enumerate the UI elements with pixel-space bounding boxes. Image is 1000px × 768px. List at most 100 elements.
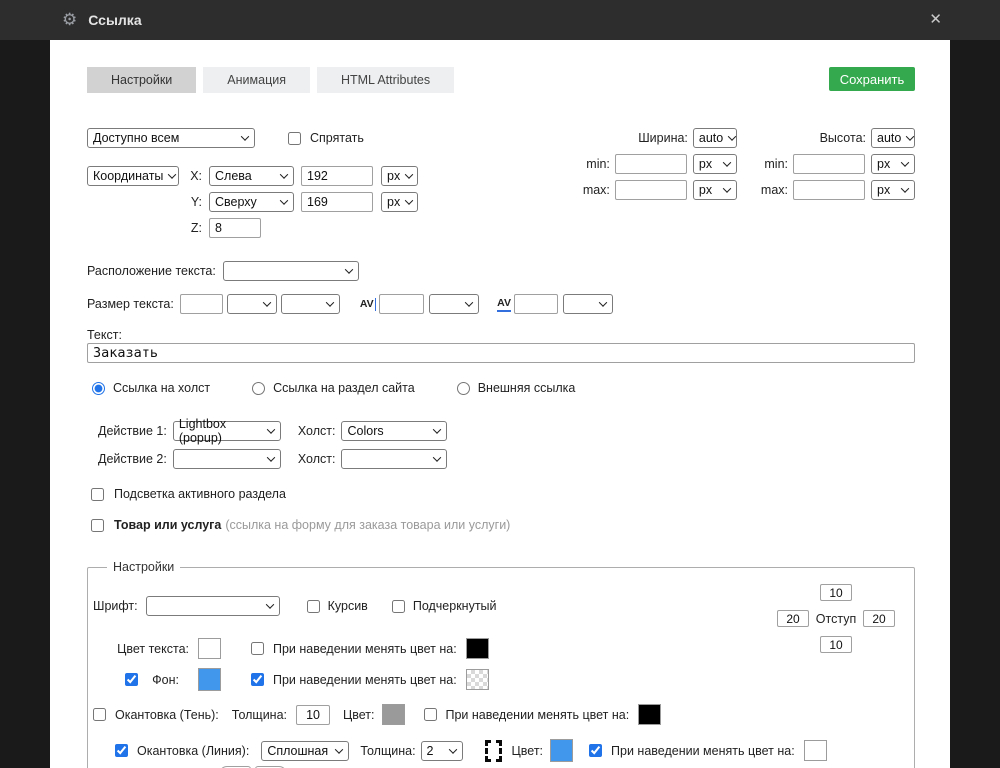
letter-spacing-unit-select[interactable] [563, 294, 613, 314]
line-hover-checkbox[interactable] [589, 744, 602, 757]
shadow-thickness-input[interactable] [296, 705, 330, 725]
style-settings-fieldset: Настройки Отступ Шрифт: Курсив Подчеркну… [87, 560, 915, 768]
highlight-row: Подсветка активного раздела [91, 487, 915, 501]
chevron-down-icon [267, 425, 275, 433]
canvas1-select[interactable]: Colors [341, 421, 447, 441]
height-select[interactable]: auto [871, 128, 915, 148]
shadow-hover-checkbox[interactable] [424, 708, 437, 721]
padding-bottom-input[interactable] [820, 636, 852, 653]
chevron-down-icon [280, 170, 288, 178]
link-type-external-radio[interactable] [457, 382, 470, 395]
italic-checkbox[interactable] [307, 600, 320, 613]
shadow-hover-group: При наведении менять цвет на: [424, 704, 662, 725]
text-color-swatch[interactable] [198, 638, 221, 659]
gear-icon: ⚙ [62, 10, 77, 30]
y-anchor-select[interactable]: Сверху [209, 192, 294, 212]
line-color-label: Цвет: [512, 744, 543, 758]
link-text-input[interactable] [87, 343, 915, 363]
text-size-input[interactable] [180, 294, 223, 314]
background-checkbox[interactable] [125, 673, 138, 686]
chevron-down-icon [465, 298, 473, 306]
x-anchor-select[interactable]: Слева [209, 166, 294, 186]
tab-settings[interactable]: Настройки [87, 67, 196, 93]
letter-spacing-input[interactable] [514, 294, 558, 314]
hide-checkbox[interactable] [288, 132, 301, 145]
chevron-down-icon [326, 298, 334, 306]
background-label: Фон: [152, 673, 179, 687]
z-value-input[interactable] [209, 218, 261, 238]
height-min-input[interactable] [793, 154, 865, 174]
y-value-input[interactable] [301, 192, 373, 212]
line-thickness-label: Толщина: [360, 744, 415, 758]
chevron-down-icon [267, 453, 275, 461]
action1-label: Действие 1: [98, 424, 167, 438]
width-max-unit-select[interactable]: px [693, 180, 737, 200]
height-max-unit-select[interactable]: px [871, 180, 915, 200]
chevron-down-icon [280, 196, 288, 204]
shadow-hover-swatch[interactable] [638, 704, 661, 725]
text-size-row: Размер текста: AV AV [87, 294, 915, 314]
text-color-hover-checkbox[interactable] [251, 642, 264, 655]
font-label: Шрифт: [93, 599, 138, 613]
text-color-hover-swatch[interactable] [466, 638, 489, 659]
line-border-checkbox[interactable] [115, 744, 128, 757]
shadow-color-swatch[interactable] [382, 704, 405, 725]
line-hover-swatch[interactable] [804, 740, 827, 761]
font-select[interactable] [146, 596, 280, 616]
shadow-row: Окантовка (Тень): Толщина: Цвет: При нав… [93, 704, 898, 725]
chevron-down-icon [723, 158, 731, 166]
text-size-unit-select[interactable] [227, 294, 277, 314]
tab-animation[interactable]: Анимация [203, 67, 310, 93]
height-max-input[interactable] [793, 180, 865, 200]
bg-hover-checkbox[interactable] [251, 673, 264, 686]
hide-label: Спрятать [310, 131, 364, 145]
highlight-section-checkbox[interactable] [91, 488, 104, 501]
line-thickness-select[interactable]: 2 [421, 741, 463, 761]
padding-label: Отступ [816, 612, 856, 626]
canvas2-select[interactable] [341, 449, 447, 469]
bg-hover-swatch[interactable] [466, 669, 489, 690]
product-checkbox[interactable] [91, 519, 104, 532]
chevron-down-icon [335, 745, 343, 753]
close-icon[interactable]: ✕ [929, 10, 942, 28]
underline-label: Подчеркнутый [413, 599, 497, 613]
hover-label: При наведении менять цвет на: [273, 673, 457, 687]
padding-left-input[interactable] [777, 610, 809, 627]
shadow-checkbox[interactable] [93, 708, 106, 721]
dialog-header: ⚙ Ссылка ✕ [0, 0, 1000, 40]
bg-color-swatch[interactable] [198, 668, 221, 691]
action1-select[interactable]: Lightbox (popup) [173, 421, 281, 441]
tab-html-attributes[interactable]: HTML Attributes [317, 67, 454, 93]
width-min-unit-select[interactable]: px [693, 154, 737, 174]
x-unit-select[interactable]: px [381, 166, 418, 186]
save-button[interactable]: Сохранить [829, 67, 915, 91]
chevron-down-icon [265, 600, 273, 608]
padding-top-input[interactable] [820, 584, 852, 601]
line-border-row: Окантовка (Линия): Сплошная Толщина: 2 Ц… [115, 739, 898, 762]
line-height-input[interactable] [379, 294, 424, 314]
link-type-section-radio[interactable] [252, 382, 265, 395]
link-type-canvas-radio[interactable] [92, 382, 105, 395]
height-min-unit-select[interactable]: px [871, 154, 915, 174]
text-position-select[interactable] [223, 261, 359, 281]
text-position-label: Расположение текста: [87, 264, 216, 278]
line-height-unit-select[interactable] [429, 294, 479, 314]
text-size-mode-select[interactable] [281, 294, 340, 314]
width-group: Ширина: auto min: px max: [583, 128, 737, 206]
underline-checkbox[interactable] [392, 600, 405, 613]
y-unit-select[interactable]: px [381, 192, 418, 212]
chevron-down-icon [433, 425, 441, 433]
visibility-select[interactable]: Доступно всем [87, 128, 255, 148]
line-style-select[interactable]: Сплошная [261, 741, 349, 761]
background-row: Фон: При наведении менять цвет на: [93, 668, 898, 691]
width-max-input[interactable] [615, 180, 687, 200]
position-mode-select[interactable]: Координаты [87, 166, 179, 186]
padding-right-input[interactable] [863, 610, 895, 627]
link-type-canvas-label: Ссылка на холст [113, 381, 210, 395]
line-color-swatch[interactable] [550, 739, 573, 762]
width-select[interactable]: auto [693, 128, 737, 148]
x-value-input[interactable] [301, 166, 373, 186]
action2-select[interactable] [173, 449, 281, 469]
hover-label: При наведении менять цвет на: [273, 642, 457, 656]
width-min-input[interactable] [615, 154, 687, 174]
